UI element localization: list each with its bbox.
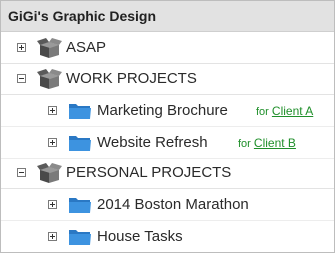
tree-item-house-tasks[interactable]: House Tasks — [1, 221, 334, 252]
panel-title: GiGi's Graphic Design — [1, 1, 334, 32]
folder-icon — [69, 136, 91, 151]
tree-item-label: Website Refresh — [97, 134, 208, 151]
tree-item-label: ASAP — [66, 39, 107, 56]
tree-item-label: PERSONAL PROJECTS — [66, 164, 232, 181]
collapse-icon[interactable] — [17, 168, 26, 177]
expand-icon[interactable] — [48, 138, 57, 147]
expand-icon[interactable] — [17, 43, 26, 52]
client-note: for Client A — [256, 104, 313, 118]
expand-icon[interactable] — [48, 232, 57, 241]
tree-item-boston-marathon[interactable]: 2014 Boston Marathon — [1, 189, 334, 221]
folder-icon — [69, 230, 91, 245]
tree-item-work-projects[interactable]: WORK PROJECTS — [1, 63, 334, 95]
tree-item-label: 2014 Boston Marathon — [97, 196, 249, 213]
client-prefix: for — [238, 137, 251, 150]
tree-item-website-refresh[interactable]: Website Refresh for Client B — [1, 127, 334, 159]
client-link[interactable]: Client B — [254, 136, 296, 150]
folder-icon — [69, 198, 91, 213]
project-tree-panel: GiGi's Graphic Design ASAP WORK PROJECTS — [0, 0, 335, 253]
expand-icon[interactable] — [48, 200, 57, 209]
tree-item-personal-projects[interactable]: PERSONAL PROJECTS — [1, 157, 334, 189]
tree-item-label: WORK PROJECTS — [66, 70, 197, 87]
expand-icon[interactable] — [48, 106, 57, 115]
client-link[interactable]: Client A — [272, 104, 313, 118]
box-icon — [37, 69, 62, 89]
folder-icon — [69, 104, 91, 119]
tree-item-marketing-brochure[interactable]: Marketing Brochure for Client A — [1, 95, 334, 127]
tree-item-label: Marketing Brochure — [97, 102, 228, 119]
box-icon — [37, 38, 62, 58]
tree-item-asap[interactable]: ASAP — [1, 32, 334, 64]
box-icon — [37, 163, 62, 183]
collapse-icon[interactable] — [17, 74, 26, 83]
client-prefix: for — [256, 105, 269, 118]
client-note: for Client B — [238, 136, 296, 150]
tree-item-label: House Tasks — [97, 228, 183, 245]
